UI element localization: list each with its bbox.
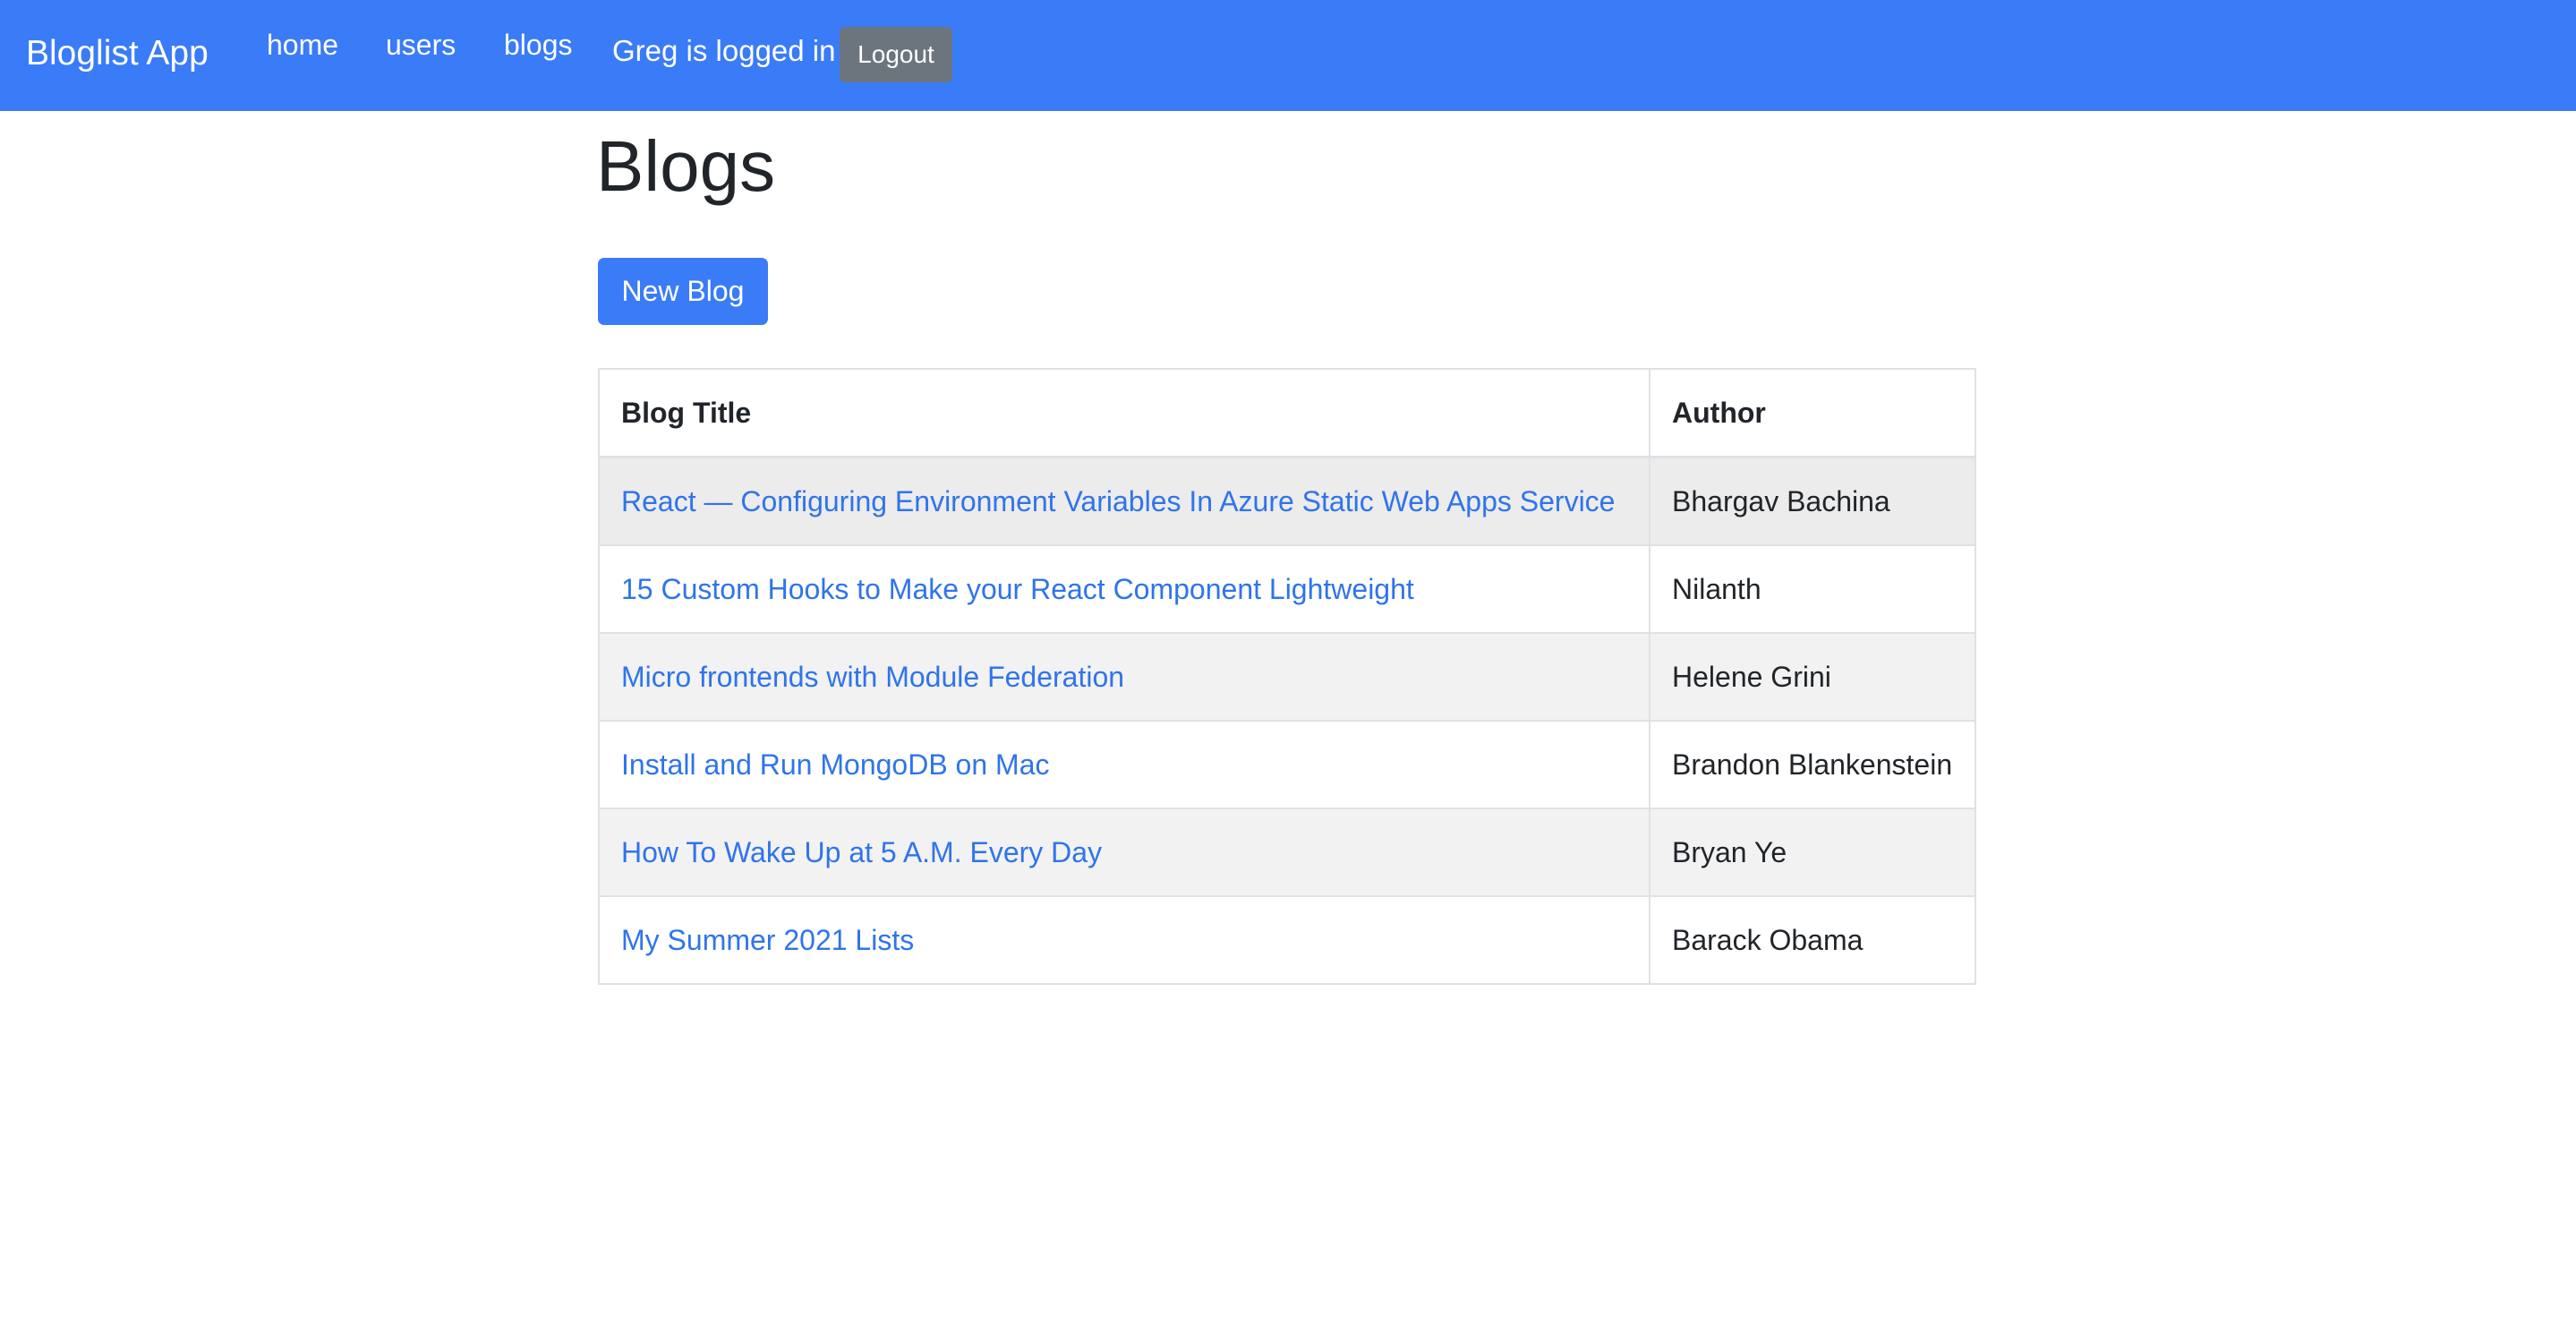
navbar: Bloglist App home users blogs Greg is lo… <box>0 0 2576 111</box>
brand-link[interactable]: Bloglist App <box>26 32 209 75</box>
blog-author-cell: Brandon Blankenstein <box>1649 720 1976 809</box>
blog-title-cell: Install and Run MongoDB on Mac <box>598 720 1651 809</box>
table-header-row: Blog Title Author <box>598 368 1976 458</box>
table-row: Micro frontends with Module Federation H… <box>598 632 1976 722</box>
table-row: My Summer 2021 Lists Barack Obama <box>598 895 1976 985</box>
blog-table: Blog Title Author React — Configuring En… <box>598 368 1976 985</box>
blog-author-cell: Nilanth <box>1649 544 1976 634</box>
column-header-author: Author <box>1649 368 1976 458</box>
table-row: How To Wake Up at 5 A.M. Every Day Bryan… <box>598 808 1976 897</box>
table-row: React — Configuring Environment Variable… <box>598 456 1976 546</box>
column-header-title: Blog Title <box>598 368 1651 458</box>
blog-link[interactable]: How To Wake Up at 5 A.M. Every Day <box>621 836 1102 868</box>
blog-link[interactable]: 15 Custom Hooks to Make your React Compo… <box>621 573 1414 605</box>
blog-author-cell: Bryan Ye <box>1649 808 1976 897</box>
blog-link[interactable]: Install and Run MongoDB on Mac <box>621 748 1049 781</box>
blog-title-cell: How To Wake Up at 5 A.M. Every Day <box>598 808 1651 897</box>
blog-author-cell: Bhargav Bachina <box>1649 456 1976 546</box>
nav-link-blogs[interactable]: blogs <box>504 27 573 63</box>
blog-author-cell: Barack Obama <box>1649 895 1976 985</box>
nav-link-users[interactable]: users <box>386 27 456 63</box>
logout-button[interactable]: Logout <box>840 27 952 82</box>
nav-link-home[interactable]: home <box>267 27 338 63</box>
page-title: Blogs <box>596 126 776 206</box>
table-row: Install and Run MongoDB on Mac Brandon B… <box>598 720 1976 809</box>
new-blog-button[interactable]: New Blog <box>598 258 768 325</box>
blog-title-cell: 15 Custom Hooks to Make your React Compo… <box>598 544 1651 634</box>
blog-author-cell: Helene Grini <box>1649 632 1976 722</box>
blog-link[interactable]: React — Configuring Environment Variable… <box>621 485 1615 517</box>
blog-title-cell: React — Configuring Environment Variable… <box>598 456 1651 546</box>
table-row: 15 Custom Hooks to Make your React Compo… <box>598 544 1976 634</box>
blog-link[interactable]: My Summer 2021 Lists <box>621 924 914 956</box>
blog-title-cell: My Summer 2021 Lists <box>598 895 1651 985</box>
blog-link[interactable]: Micro frontends with Module Federation <box>621 661 1124 693</box>
login-status: Greg is logged in <box>612 34 836 67</box>
blog-title-cell: Micro frontends with Module Federation <box>598 632 1651 722</box>
